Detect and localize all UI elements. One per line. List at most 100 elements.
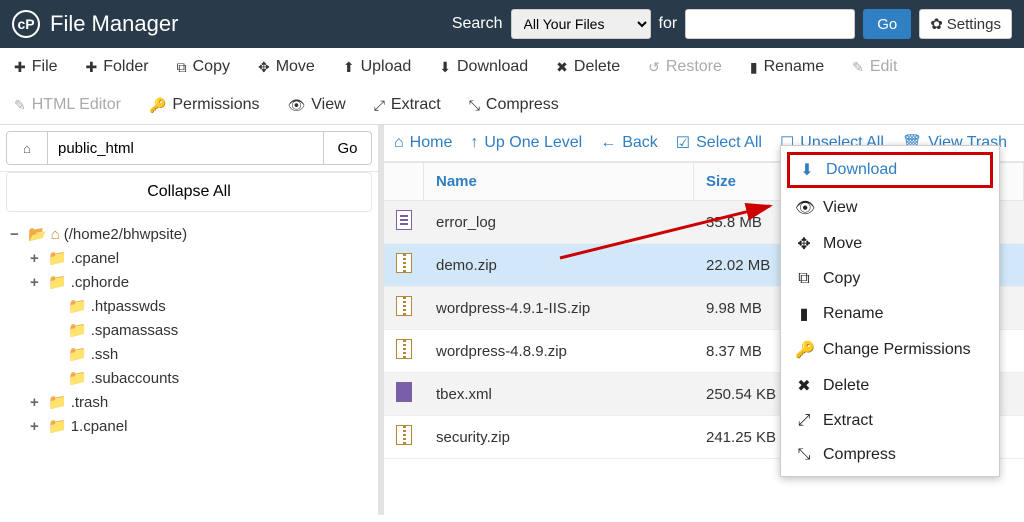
tree-node[interactable]: 📁.spamassass xyxy=(10,318,368,342)
path-go-button[interactable]: Go xyxy=(324,131,372,165)
home-icon: ⌂ xyxy=(394,134,404,152)
collapse-icon[interactable]: − xyxy=(10,226,24,243)
compress-icon: ⤡ xyxy=(469,97,480,114)
context-menu-compress[interactable]: ⤡Compress xyxy=(781,438,999,472)
arrow-left-icon: ← xyxy=(600,134,616,152)
tree-node[interactable]: +📁.cpanel xyxy=(10,246,368,270)
folder-tree: −📂⌂(/home2/bhwpsite) +📁.cpanel+📁.cphorde… xyxy=(0,218,378,442)
tree-node-label: .htpasswds xyxy=(91,298,166,315)
context-menu-download[interactable]: ⬇Download xyxy=(787,152,993,188)
context-menu: ⬇Download👁View✥Move⧉Copy ▮ Rename 🔑Change P… xyxy=(780,145,1000,477)
context-menu-move[interactable]: ✥Move xyxy=(781,226,999,262)
context-menu-label: Move xyxy=(823,235,862,253)
download-button[interactable]: ⬇Download xyxy=(425,48,542,86)
tree-node-label: .subaccounts xyxy=(91,370,179,387)
context-menu-rename[interactable]: ▮ Rename xyxy=(781,296,999,332)
folder-icon: 📁 xyxy=(48,417,67,435)
path-input[interactable] xyxy=(48,131,324,165)
permissions-button[interactable]: 🔑Permissions xyxy=(135,86,274,124)
context-menu-delete[interactable]: ✖Delete xyxy=(781,368,999,404)
home-button[interactable]: ⌂ xyxy=(6,131,48,165)
app-title: File Manager xyxy=(50,11,178,37)
folder-icon: 📁 xyxy=(48,249,67,267)
tree-node-label: .cpanel xyxy=(71,250,119,267)
file-type-icon xyxy=(384,201,424,243)
html-editor-button[interactable]: ✎HTML Editor xyxy=(0,86,135,124)
context-menu-view[interactable]: 👁View xyxy=(781,190,999,226)
tree-root[interactable]: −📂⌂(/home2/bhwpsite) xyxy=(10,222,368,246)
up-one-level-button[interactable]: ↑Up One Level xyxy=(470,133,582,153)
tree-node-label: .cphorde xyxy=(71,274,129,291)
compress-button[interactable]: ⤡Compress xyxy=(455,86,573,124)
tree-node-label: .trash xyxy=(71,394,109,411)
context-menu-label: Delete xyxy=(823,377,869,395)
col-name[interactable]: Name xyxy=(424,163,694,200)
expand-icon[interactable]: + xyxy=(30,250,44,267)
move-button[interactable]: ✥Move xyxy=(244,48,329,86)
settings-button[interactable]: ✿Settings xyxy=(919,9,1012,39)
path-bar: ⌂ Go xyxy=(0,125,378,172)
upload-button[interactable]: ⬆Upload xyxy=(329,48,425,86)
expand-icon[interactable]: + xyxy=(30,274,44,291)
search-go-button[interactable]: Go xyxy=(863,9,911,39)
upload-icon: ⬆ xyxy=(343,59,355,76)
new-folder-button[interactable]: ✚Folder xyxy=(72,48,163,86)
tree-node[interactable]: 📁.subaccounts xyxy=(10,366,368,390)
edit-button[interactable]: ✎Edit xyxy=(838,48,911,86)
plus-icon: ✚ xyxy=(86,59,98,76)
file-type-icon xyxy=(384,416,424,458)
rename-icon: ▮ xyxy=(795,304,813,324)
gear-icon: ✿ xyxy=(930,15,943,33)
tree-node[interactable]: +📁.cphorde xyxy=(10,270,368,294)
file-name: demo.zip xyxy=(424,248,694,283)
arrow-up-icon: ↑ xyxy=(470,134,478,152)
file-type-icon xyxy=(384,373,424,415)
select-all-button[interactable]: ☑Select All xyxy=(676,133,762,153)
collapse-all-button[interactable]: Collapse All xyxy=(6,172,372,212)
expand-icon[interactable]: + xyxy=(30,394,44,411)
view-button[interactable]: 👁View xyxy=(274,86,360,124)
file-name: error_log xyxy=(424,205,694,240)
file-type-icon xyxy=(384,330,424,372)
folder-open-icon: 📂 xyxy=(28,225,47,243)
search-scope-select[interactable]: All Your Files xyxy=(511,9,651,39)
context-menu-copy[interactable]: ⧉Copy xyxy=(781,262,999,296)
context-menu-change-permissions[interactable]: 🔑Change Permissions xyxy=(781,332,999,368)
tree-node[interactable]: +📁.trash xyxy=(10,390,368,414)
file-name: tbex.xml xyxy=(424,377,694,412)
context-menu-label: Copy xyxy=(823,270,860,288)
home-icon: ⌂ xyxy=(23,141,31,156)
copy-icon: ⧉ xyxy=(177,59,187,76)
extract-button[interactable]: ⤢Extract xyxy=(360,86,455,124)
file-type-icon xyxy=(384,244,424,286)
for-label: for xyxy=(659,15,678,33)
copy-button[interactable]: ⧉Copy xyxy=(163,48,244,86)
tree-node[interactable]: +📁1.cpanel xyxy=(10,414,368,438)
context-menu-extract[interactable]: ⤢Extract xyxy=(781,404,999,438)
back-button[interactable]: ←Back xyxy=(600,133,658,153)
search-input[interactable] xyxy=(685,9,855,39)
home-small-icon: ⌂ xyxy=(51,226,60,243)
cpanel-logo-icon: cP xyxy=(12,10,40,38)
download-icon: ⬇ xyxy=(798,160,816,180)
eye-icon: 👁 xyxy=(288,97,306,114)
expand-icon[interactable]: + xyxy=(30,418,44,435)
tree-node-label: .spamassass xyxy=(91,322,179,339)
folder-icon: 📁 xyxy=(68,345,87,363)
context-menu-label: Rename xyxy=(823,305,883,323)
tree-node-label: .ssh xyxy=(91,346,119,363)
tree-node[interactable]: 📁.htpasswds xyxy=(10,294,368,318)
delete-button[interactable]: ✖Delete xyxy=(542,48,634,86)
file-name: security.zip xyxy=(424,420,694,455)
pencil-icon: ✎ xyxy=(852,59,864,76)
tree-node[interactable]: 📁.ssh xyxy=(10,342,368,366)
search-label: Search xyxy=(452,15,503,33)
col-icon[interactable] xyxy=(384,163,424,200)
download-icon: ⬇ xyxy=(439,59,451,76)
nav-home-button[interactable]: ⌂Home xyxy=(394,133,452,153)
rename-button[interactable]: ▮Rename xyxy=(736,48,838,86)
restore-icon: ↺ xyxy=(648,59,660,76)
plus-icon: ✚ xyxy=(14,59,26,76)
new-file-button[interactable]: ✚File xyxy=(0,48,72,86)
restore-button[interactable]: ↺Restore xyxy=(634,48,736,86)
